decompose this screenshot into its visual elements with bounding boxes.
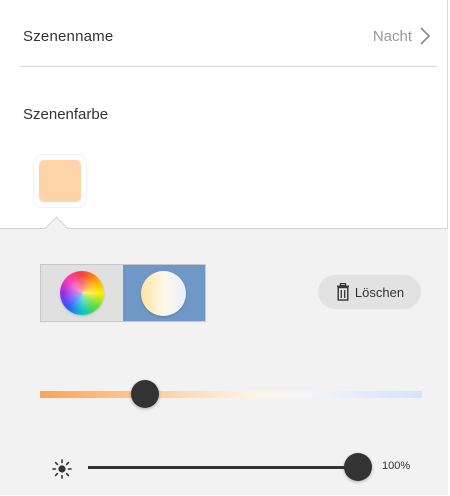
delete-button[interactable]: Löschen [318,275,421,309]
color-mode-button[interactable] [41,265,123,321]
chevron-right-icon [420,27,431,45]
delete-label: Löschen [354,284,405,300]
brightness-percent: 100% [382,460,411,472]
scene-color-swatch[interactable] [34,155,86,207]
scene-color-label: Szenenfarbe [23,106,109,123]
brightness-icon [52,459,72,479]
white-mode-button[interactable] [123,265,205,321]
scene-name-label: Szenenname [23,28,114,45]
color-mode-toggle [40,264,206,322]
brightness-slider[interactable] [88,466,358,469]
color-temperature-slider[interactable] [40,391,422,398]
scene-name-row[interactable]: Szenenname Nacht [0,0,447,66]
trash-icon [336,283,349,301]
scene-settings-panel: Szenenname Nacht Szenenfarbe Löschen 100… [0,0,448,495]
white-temperature-icon [141,271,186,316]
swatch-fill [39,160,81,202]
divider [20,66,437,67]
color-wheel-icon [60,271,104,315]
color-editor: Löschen 100% [0,216,448,495]
color-temperature-knob[interactable] [131,380,159,408]
brightness-knob[interactable] [344,453,372,481]
scene-name-value: Nacht [372,28,412,45]
popover-notch [44,216,69,241]
